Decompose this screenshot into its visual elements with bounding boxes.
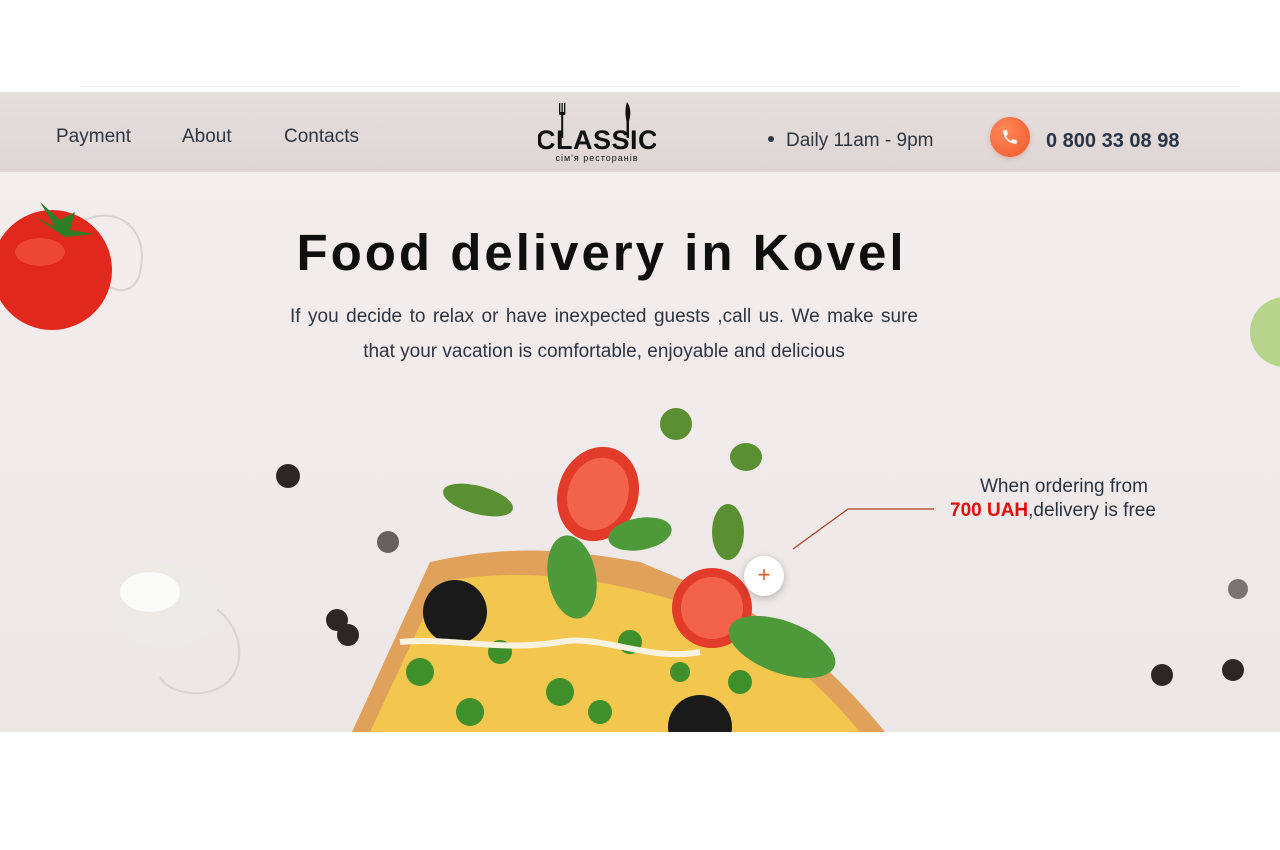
nav-payment-link[interactable]: Payment [56, 126, 131, 148]
promo-line-1: When ordering from [980, 476, 1148, 497]
cucumber-image [1250, 297, 1280, 367]
site-header: Payment About Contacts CLASSIC сім'я рес… [0, 92, 1280, 173]
promo-line-2-text: ,delivery is free [1028, 500, 1156, 521]
hero-title: Food delivery in Kovel [296, 224, 907, 282]
top-divider [80, 86, 1240, 87]
nav-about-link[interactable]: About [182, 126, 232, 148]
promo-amount: 700 UAH [950, 500, 1029, 521]
promo-pointer-line [792, 508, 934, 550]
phone-call-button[interactable] [990, 117, 1030, 157]
promo-line-2: 700 UAH,delivery is free [950, 499, 1190, 523]
opening-hours: Daily 11am - 9pm [768, 130, 933, 152]
classic-logo[interactable]: CLASSIC сім'я ресторанів [536, 101, 658, 167]
mushroom-image [113, 565, 241, 695]
hero-section: Food delivery in Kovel If you decide to … [0, 172, 1280, 732]
svg-text:сім'я ресторанів: сім'я ресторанів [555, 153, 638, 163]
plus-hotspot-button[interactable]: + [744, 556, 784, 596]
opening-hours-text: Daily 11am - 9pm [786, 130, 934, 151]
hero-subtitle: If you decide to relax or have inexpecte… [290, 306, 918, 362]
phone-icon [1003, 130, 1017, 144]
bullet-dot [768, 135, 774, 142]
svg-text:CLASSIC: CLASSIC [538, 125, 656, 155]
phone-number-link[interactable]: 0 800 33 08 98 [1046, 130, 1179, 153]
free-delivery-promo: When ordering from 700 UAH,delivery is f… [950, 475, 1190, 523]
nav-contacts-link[interactable]: Contacts [284, 126, 359, 148]
